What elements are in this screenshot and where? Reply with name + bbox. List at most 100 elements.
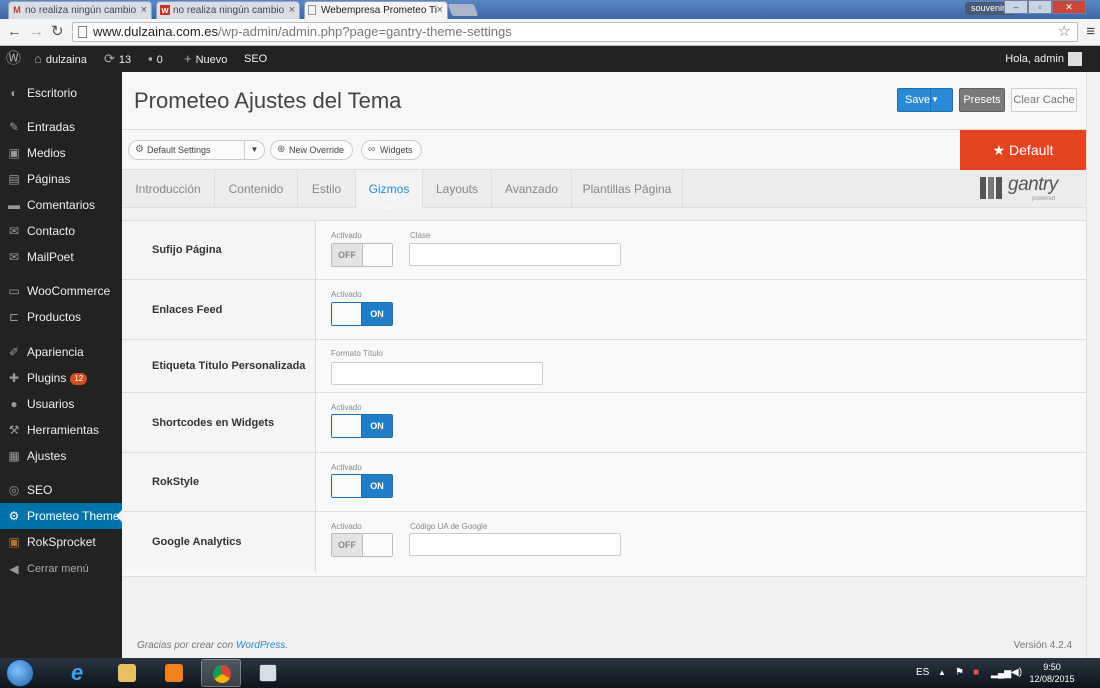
toggle-switch[interactable]: ON [331, 414, 393, 438]
menu-prometeo-theme[interactable]: ⚙ Prometeo Theme [0, 503, 122, 529]
reload-icon[interactable]: ↻ [51, 23, 64, 41]
back-icon[interactable]: ← [7, 23, 22, 41]
address-bar[interactable]: www.dulzaina.com.es/wp-admin/admin.php?p… [72, 22, 1078, 42]
security-icon[interactable]: ■ [973, 658, 979, 688]
page-title: Prometeo Ajustes del Tema [134, 88, 402, 113]
page-icon [78, 26, 87, 38]
presets-button[interactable]: Presets [959, 88, 1005, 112]
toggle-switch[interactable]: ON [331, 474, 393, 498]
menu-woocommerce[interactable]: ▭ WooCommerce [0, 278, 122, 304]
menu-apariencia[interactable]: ✐ Apariencia [0, 339, 122, 365]
tab-introduccion[interactable]: Introducción [122, 170, 215, 208]
clear-cache-button[interactable]: Clear Cache [1011, 88, 1077, 112]
tab-avanzado[interactable]: Avanzado [492, 170, 572, 208]
menu-label: WooCommerce [27, 284, 111, 298]
toggle-state: ON [362, 415, 392, 437]
title-format-input[interactable] [331, 362, 543, 385]
language-indicator[interactable]: ES [916, 658, 929, 688]
wordpress-logo-icon[interactable]: Ⓦ [6, 46, 21, 72]
new-override-button[interactable]: ⊕ New Override [270, 140, 354, 160]
updates-count: 13 [118, 54, 132, 66]
minimize-icon[interactable]: – [1004, 0, 1028, 14]
new-tab-button[interactable] [447, 4, 479, 16]
updates-link[interactable]: ⟳ 13 [104, 46, 131, 73]
new-content-link[interactable]: + Nuevo [184, 46, 227, 73]
site-name-link[interactable]: ⌂ dulzaina [34, 46, 87, 73]
default-flag: ★ Default [960, 130, 1086, 170]
my-account-link[interactable]: Hola, admin [1005, 46, 1082, 72]
menu-label: Apariencia [27, 345, 84, 359]
menu-ajustes[interactable]: ▦ Ajustes [0, 443, 122, 469]
menu-medios[interactable]: ▣ Medios [0, 140, 122, 166]
comments-link[interactable]: ▪ 0 [148, 46, 163, 73]
toggle-switch[interactable]: OFF [331, 533, 393, 557]
close-tab-icon[interactable]: × [141, 2, 147, 19]
menu-label: MailPoet [27, 250, 74, 264]
admin-menu: ◐ Escritorio ✎ Entradas ▣ Medios ▤ Páginas ▬… [0, 72, 122, 658]
taskbar-ie[interactable]: e [60, 659, 100, 687]
toggle-switch[interactable]: OFF [331, 243, 393, 267]
settings-select[interactable]: ⚙ Default Settings ▼ [128, 140, 265, 160]
taskbar-media[interactable] [154, 659, 194, 687]
gantry-wordmark: gantry [1008, 174, 1058, 195]
menu-usuarios[interactable]: ● Usuarios [0, 391, 122, 417]
field-caption: Clase [410, 231, 431, 240]
ua-code-input[interactable] [409, 533, 621, 556]
menu-seo[interactable]: ◎ SEO [0, 477, 122, 503]
system-clock[interactable]: 9:50 12/08/2015 [1022, 661, 1082, 685]
menu-herramientas[interactable]: ⚒ Herramientas [0, 417, 122, 443]
building-icon [980, 177, 1002, 199]
taskbar-app[interactable] [248, 659, 288, 687]
menu-plugins[interactable]: ✚ Plugins 12 [0, 365, 122, 391]
browser-toolbar: ← → ↻ www.dulzaina.com.es/wp-admin/admin… [0, 19, 1100, 46]
menu-roksprocket[interactable]: ▣ RokSprocket [0, 529, 122, 555]
volume-icon[interactable]: ◀) [1011, 658, 1022, 688]
menu-paginas[interactable]: ▤ Páginas [0, 166, 122, 192]
webempresa-icon: w [160, 5, 170, 15]
scrollbar[interactable] [1086, 72, 1100, 658]
toggle-switch[interactable]: ON [331, 302, 393, 326]
tab-gizmos[interactable]: Gizmos [356, 170, 423, 209]
menu-entradas[interactable]: ✎ Entradas [0, 114, 122, 140]
setting-row-sufijo: Sufijo Página Activado OFF Clase [122, 221, 1086, 280]
url-host: www.dulzaina.com.es [93, 24, 218, 39]
maximize-icon[interactable]: ▫ [1028, 0, 1052, 14]
widgets-button[interactable]: ∞ Widgets [361, 140, 422, 160]
menu-productos[interactable]: ⊏ Productos [0, 304, 122, 330]
tab-contenido[interactable]: Contenido [215, 170, 298, 208]
taskbar-chrome[interactable] [201, 659, 241, 687]
menu-escritorio[interactable]: ◐ Escritorio [0, 80, 122, 106]
menu-comentarios[interactable]: ▬ Comentarios [0, 192, 122, 218]
setting-label-text: RokStyle [152, 476, 200, 488]
network-icon[interactable]: ▂▄▆ [991, 658, 1011, 688]
close-window-icon[interactable]: ✕ [1052, 0, 1086, 14]
browser-tab-2[interactable]: w no realiza ningún cambio × [156, 1, 300, 19]
bookmark-star-icon[interactable]: ☆ [1058, 23, 1071, 41]
browser-tab-1[interactable]: M no realiza ningún cambio × [8, 1, 152, 19]
browser-menu-icon[interactable]: ≡ [1086, 23, 1095, 40]
home-icon: ⌂ [34, 51, 42, 66]
tab-layouts[interactable]: Layouts [423, 170, 492, 208]
forward-icon[interactable]: → [29, 23, 44, 41]
setting-label-text: Etiqueta Título Personalizada [152, 360, 306, 372]
seo-link[interactable]: SEO [244, 46, 267, 72]
tab-estilo[interactable]: Estilo [298, 170, 356, 208]
close-tab-icon[interactable]: × [289, 2, 295, 19]
toggle-state: OFF [332, 534, 362, 556]
class-input[interactable] [409, 243, 621, 266]
collapse-menu[interactable]: ◀ Cerrar menú [0, 556, 122, 582]
browser-tab-3[interactable]: Webempresa Prometeo Ti × [304, 1, 448, 19]
menu-mailpoet[interactable]: ✉ MailPoet [0, 244, 122, 270]
save-label: Save [905, 94, 931, 106]
tab-plantillas-pagina[interactable]: Plantillas Página [572, 170, 683, 208]
save-button[interactable]: Save ▼ [897, 88, 953, 112]
chevron-down-icon[interactable]: ▼ [930, 89, 952, 111]
taskbar-explorer[interactable] [107, 659, 147, 687]
start-button[interactable] [6, 659, 34, 687]
menu-contacto[interactable]: ✉ Contacto [0, 218, 122, 244]
show-hidden-icons-icon[interactable]: ▲ [938, 658, 946, 688]
close-tab-icon[interactable]: × [437, 2, 443, 19]
flag-icon[interactable]: ⚑ [955, 658, 964, 688]
menu-label: Comentarios [27, 198, 96, 212]
wordpress-link[interactable]: WordPress [236, 640, 285, 651]
